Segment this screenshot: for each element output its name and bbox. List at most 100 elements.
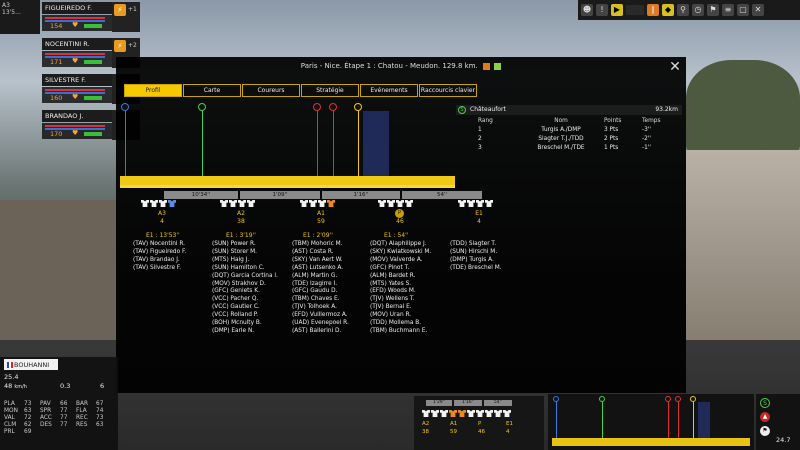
play-icon[interactable]: ▶ [611,4,623,16]
rider-list-item[interactable]: (MOV) Strakhov D. [212,281,278,289]
rider-row[interactable]: FIGUEIREDO F. 154 ♥ ⚡ +1 [0,0,140,34]
rider-list-item[interactable]: (MTS) Haig J. [212,257,278,265]
rider-list-item[interactable]: (DMP) Turgis A. [450,257,502,265]
stat-value [96,429,110,435]
jersey-icon [431,410,439,417]
rider-list-item[interactable]: (GFC) Geniets K. [212,288,278,296]
attack-icon[interactable]: ⚡ [114,4,126,16]
stat-label: VAL [4,415,15,421]
rider-list-item[interactable]: (TBM) Mohoric M. [292,241,349,249]
rider-list-item[interactable]: (DMP) Earle N. [212,328,278,336]
rider-list-item[interactable]: (SUN) Hirschi M. [450,249,502,257]
rider-list-item[interactable]: (VCC) Pacher Q. [212,296,278,304]
rider-list-item[interactable]: (SUN) Storer M. [212,249,278,257]
tab-carte[interactable]: Carte [183,84,241,97]
rider-list-item[interactable]: (TBM) Chaves E. [292,296,349,304]
rider-name[interactable]: BRANDAO J. [42,110,112,122]
rider-list-item[interactable]: (DQT) Alaphilippe J. [370,241,431,249]
rider-list-item[interactable]: (AST) Lutsenko A. [292,265,349,273]
climb3-marker-icon[interactable] [313,103,321,111]
group-count: 38 [237,218,245,225]
team-icon[interactable]: ⚑ [707,4,719,16]
jersey-icon [485,410,493,417]
rider-list-item[interactable]: (MTS) Yates S. [370,281,431,289]
sprint-status-icon[interactable]: S [760,398,770,408]
rider-list-item[interactable]: (TJV) Bernal E. [370,304,431,312]
rider-list-item[interactable]: (TJV) Wellens T. [370,296,431,304]
attack-icon[interactable]: ⚡ [114,40,126,52]
rider-list-item[interactable]: (TBM) Buchmann E. [370,328,431,336]
tab-coureurs[interactable]: Coureurs [242,84,300,97]
stat-value: 66 [60,401,68,407]
rider-list-item[interactable]: (GFC) Gaudu D. [292,288,349,296]
rider-list-item[interactable]: (DQT) Garcia Cortina I. [212,273,278,281]
tab-profil[interactable]: Profil [124,84,182,97]
climb-status-icon[interactable]: ▲ [760,412,770,422]
rider-list-item[interactable]: (BOH) Mcnulty B. [212,320,278,328]
speed-indicator[interactable] [626,5,644,15]
rider-name-tag[interactable]: BOUHANNI N. [4,359,58,377]
rider-list-item[interactable]: (TJV) Tolhoek A. [292,304,349,312]
rider-list-item[interactable]: (TAV) Silvestre F. [133,265,186,273]
tab-raccourcis[interactable]: Raccourcis clavier [419,84,477,97]
pause-icon[interactable]: ∥ [647,4,659,16]
rider-list-item[interactable]: (EFD) Vuillermoz A. [292,312,349,320]
building-right-background [686,150,800,340]
sprint-marker-icon[interactable] [198,103,206,111]
tab-strategie[interactable]: Stratégie [301,84,359,97]
stat-label: REC [76,415,88,421]
climb2-marker-icon[interactable] [329,103,337,111]
rider-list-item[interactable]: (SKY) Kwiatkowski M. [370,249,431,257]
close-icon[interactable]: ✕ [752,4,764,16]
tab-evenements[interactable]: Evénements [360,84,418,97]
jersey-icon[interactable]: ◆ [662,4,674,16]
bonus-marker-icon[interactable] [354,103,362,111]
rider-list-item[interactable]: (UAD) Evenepoel R. [292,320,349,328]
close-button[interactable]: ✕ [668,60,682,74]
bike-icon[interactable]: ⚲ [677,4,689,16]
mini-jerseys [422,410,511,418]
rider-list-item[interactable]: (GFC) Pinot T. [370,265,431,273]
start-marker-icon[interactable] [121,103,129,111]
rider-list-item[interactable]: (SKY) Van Aert W. [292,257,349,265]
rider-list-item[interactable]: (TAV) Figueiredo F. [133,249,186,257]
jersey-icon [150,200,158,207]
rider-list-item[interactable]: (SUN) Hamilton C. [212,265,278,273]
group-rider-list-a1: (TBM) Mohoric M. (AST) Costa R. (SKY) Van … [292,241,349,336]
finish-flag-icon[interactable]: ⚑ [760,426,770,436]
person-icon[interactable]: ☻ [581,4,593,16]
jersey-icon [467,410,475,417]
sprint-icon: S [458,106,466,114]
menu-icon[interactable]: ≡ [722,4,734,16]
window-icon[interactable]: ▢ [737,4,749,16]
rider-list-item[interactable]: (TDE) Izagirre I. [292,281,349,289]
rider-list-item[interactable]: (TAV) Brandao J. [133,257,186,265]
rider-list-item[interactable]: (VCC) Gautier C. [212,304,278,312]
rider-list-item[interactable]: (ALM) Bardet R. [370,273,431,281]
rider-list-item[interactable]: (TDD) Mollema B. [370,320,431,328]
rider-list-item[interactable]: (TAV) Nocentini R. [133,241,186,249]
jersey-icon [300,200,308,207]
alert-icon[interactable]: ! [596,4,608,16]
rider-name[interactable]: SILVESTRE F. [42,74,112,86]
stat-value: 73 [24,401,32,407]
rider-list-item[interactable]: (TDD) Slagter T. [450,241,502,249]
time-icon[interactable]: ◷ [692,4,704,16]
rider-list-item[interactable]: (EFD) Woods M. [370,288,431,296]
rider-name[interactable]: FIGUEIREDO F. [42,2,112,14]
rider-list-item[interactable]: (MOV) Valverde A. [370,257,431,265]
rider-list-item[interactable]: (MOV) Uran R. [370,312,431,320]
energy-bar-red [45,89,105,91]
stat-value: 77 [60,408,68,414]
rider-list-item[interactable]: (AST) Costa R. [292,249,349,257]
rider-list-item[interactable]: (ALM) Martin G. [292,273,349,281]
rider-list-item[interactable]: (TDE) Breschel M. [450,265,502,273]
row-points: 2 Pts [604,136,619,142]
row-rang: 1 [478,127,482,133]
jersey-icon [485,200,493,207]
rider-name[interactable]: NOCENTINI R. [42,38,112,50]
rider-energy: 171 ♥ [42,51,112,67]
rider-list-item[interactable]: (SUN) Power R. [212,241,278,249]
rider-list-item[interactable]: (VCC) Rolland P. [212,312,278,320]
rider-list-item[interactable]: (AST) Ballerini D. [292,328,349,336]
